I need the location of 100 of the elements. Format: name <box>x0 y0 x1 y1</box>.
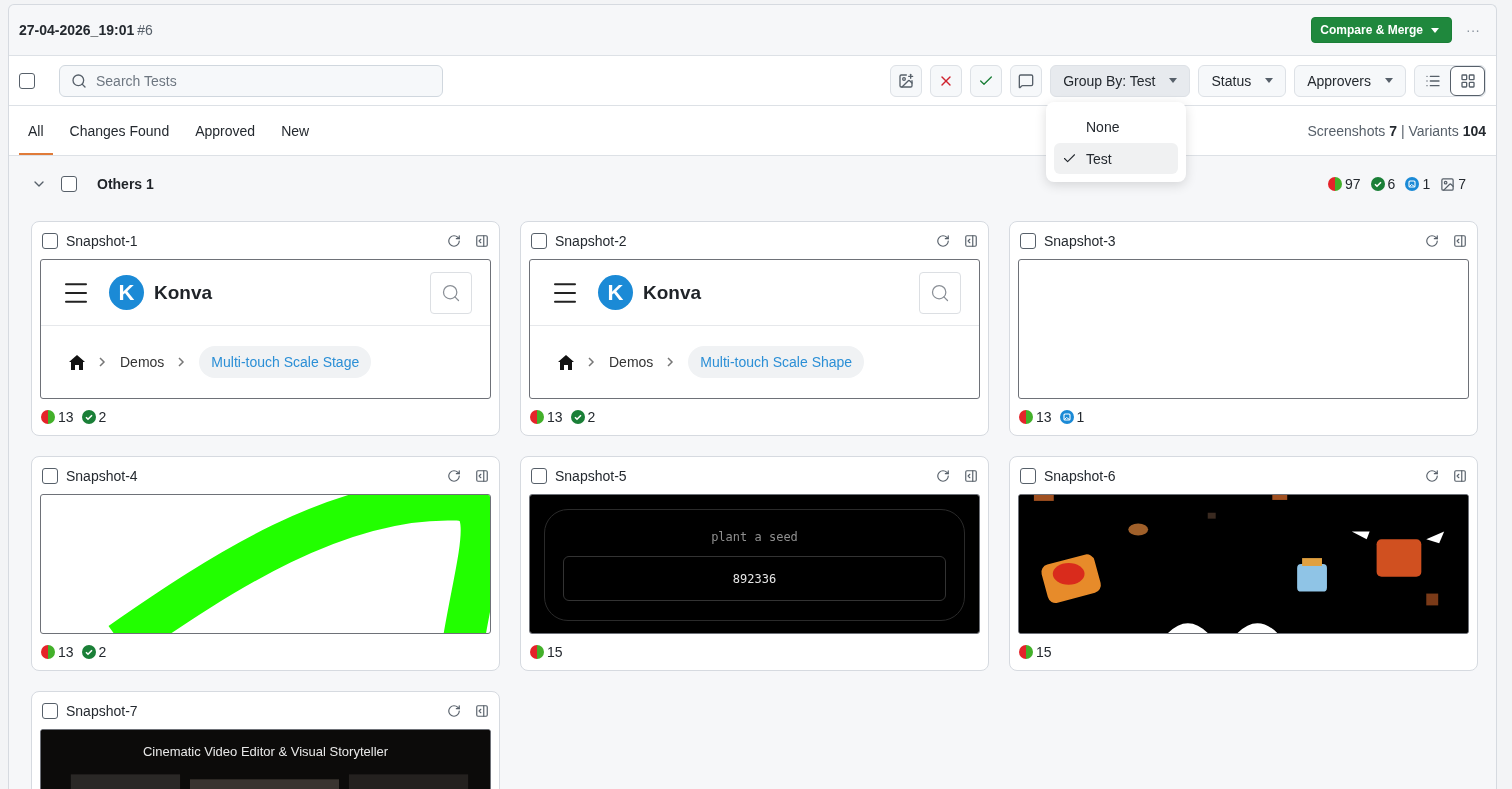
snapshot-preview[interactable]: K Konva Demos Multi-touch Scale Stage <box>40 259 491 399</box>
count-label: 97 <box>1345 176 1361 192</box>
count-label: 15 <box>1036 644 1052 660</box>
checkbox[interactable] <box>42 232 58 249</box>
hero-title: Cinematic Video Editor & Visual Storyteller <box>141 744 390 759</box>
refresh-button[interactable] <box>1425 233 1439 248</box>
checkbox[interactable] <box>61 176 77 192</box>
refresh-button[interactable] <box>936 468 950 483</box>
snapshot-name: Snapshot-3 <box>1044 232 1116 249</box>
panel-button[interactable] <box>964 233 978 248</box>
add-image-button[interactable] <box>890 64 923 97</box>
checkbox[interactable] <box>1020 232 1036 249</box>
chevron-icon <box>99 357 106 367</box>
check-circle-icon <box>81 410 96 424</box>
tab[interactable]: New <box>272 106 319 155</box>
brand-name: Konva <box>154 281 213 304</box>
split-circle-icon <box>530 645 544 659</box>
konva-logo: K <box>109 275 144 310</box>
home-icon <box>558 354 574 370</box>
caret-icon <box>1431 27 1439 33</box>
filter-dropdown[interactable]: Status <box>1198 64 1287 97</box>
comment-icon <box>1018 72 1035 89</box>
tab[interactable]: Changes Found <box>60 106 179 155</box>
split-circle-icon <box>1019 410 1033 424</box>
breadcrumb-link: Demos <box>120 354 165 370</box>
summary-text: Screenshots 7 | Variants 104 <box>1307 122 1486 139</box>
breadcrumb-current: Multi-touch Scale Shape <box>688 346 865 378</box>
image-circle-icon <box>1405 177 1420 191</box>
chevron-icon <box>667 357 675 367</box>
add-image-icon <box>898 72 915 89</box>
seed-label: plant a seed <box>711 530 798 544</box>
image-circle-icon <box>1059 410 1074 424</box>
check-circle-icon <box>570 410 585 424</box>
brand-name: Konva <box>643 281 702 304</box>
grid-icon <box>1459 72 1476 89</box>
snapshot-name: Snapshot-1 <box>66 232 138 249</box>
refresh-button[interactable] <box>1425 468 1439 483</box>
refresh-button[interactable] <box>936 233 950 248</box>
checkbox[interactable] <box>1020 467 1036 484</box>
panel-button[interactable] <box>964 468 978 483</box>
snapshot-name: Snapshot-2 <box>555 232 627 249</box>
checkbox[interactable] <box>42 702 58 719</box>
breadcrumb-link: Demos <box>609 354 654 370</box>
split-circle-icon <box>530 410 544 424</box>
image-icon <box>1440 176 1456 192</box>
caret-icon <box>1385 78 1393 83</box>
menu-item[interactable]: Test <box>1054 143 1178 174</box>
snapshot-preview[interactable]: K Konva Demos Multi-touch Scale Shape <box>529 259 980 399</box>
snapshot-name: Snapshot-7 <box>66 702 138 719</box>
count-label: 7 <box>1458 176 1466 192</box>
count-label: 2 <box>98 644 107 660</box>
home-icon <box>69 354 85 370</box>
snapshot-preview[interactable]: plant a seed 892336 <box>529 494 980 634</box>
panel-button[interactable] <box>1453 233 1467 248</box>
refresh-button[interactable] <box>447 233 461 248</box>
count-label: 13 <box>58 409 74 425</box>
split-circle-icon <box>1328 177 1343 191</box>
count-label: 2 <box>587 409 596 425</box>
group-title: Others 1 <box>97 176 154 192</box>
panel-button[interactable] <box>475 233 489 248</box>
comment-button[interactable] <box>1010 64 1043 97</box>
konva-logo: K <box>598 275 633 310</box>
snapshot-name: Snapshot-6 <box>1044 467 1116 484</box>
check-circle-icon <box>81 645 96 659</box>
chevron-icon <box>588 357 595 367</box>
search-field[interactable]: Search Tests <box>59 64 443 97</box>
panel-button[interactable] <box>475 468 489 483</box>
caret-icon <box>1265 78 1274 83</box>
tab[interactable]: Approved <box>186 106 265 155</box>
count-label: 1 <box>1076 409 1085 425</box>
search-icon <box>919 271 961 314</box>
breadcrumb-current: Multi-touch Scale Stage <box>199 346 372 378</box>
menu-item[interactable]: None <box>1054 111 1178 142</box>
checkbox[interactable] <box>531 467 547 484</box>
approve-button[interactable] <box>970 64 1003 97</box>
refresh-button[interactable] <box>447 703 461 718</box>
compare-merge-button[interactable]: Compare & Merge <box>1311 17 1452 43</box>
tab[interactable]: All <box>19 106 53 155</box>
caret-icon <box>1169 78 1178 83</box>
count-label: 13 <box>58 644 74 660</box>
snapshot-name: Snapshot-5 <box>555 467 627 484</box>
seed-value: 892336 <box>563 556 946 601</box>
search-icon <box>430 271 472 314</box>
check-circle-icon <box>1370 177 1385 191</box>
view-toggle[interactable] <box>1450 65 1485 96</box>
split-circle-icon <box>1019 645 1033 659</box>
count-label: 15 <box>547 644 563 660</box>
panel-button[interactable] <box>475 703 489 718</box>
search-icon <box>71 72 87 89</box>
checkbox[interactable] <box>19 72 35 89</box>
count-label: 2 <box>98 409 107 425</box>
filter-dropdown[interactable]: Approvers <box>1294 64 1406 97</box>
checkbox[interactable] <box>531 232 547 249</box>
chevron-icon <box>178 357 186 367</box>
filter-dropdown[interactable]: Group By: Test <box>1050 64 1191 97</box>
checkbox[interactable] <box>42 467 58 484</box>
count-label: 13 <box>1036 409 1052 425</box>
snapshot-preview[interactable]: Cinematic Video Editor & Visual Storyteller <box>40 729 491 789</box>
panel-button[interactable] <box>1453 468 1467 483</box>
refresh-button[interactable] <box>447 468 461 483</box>
